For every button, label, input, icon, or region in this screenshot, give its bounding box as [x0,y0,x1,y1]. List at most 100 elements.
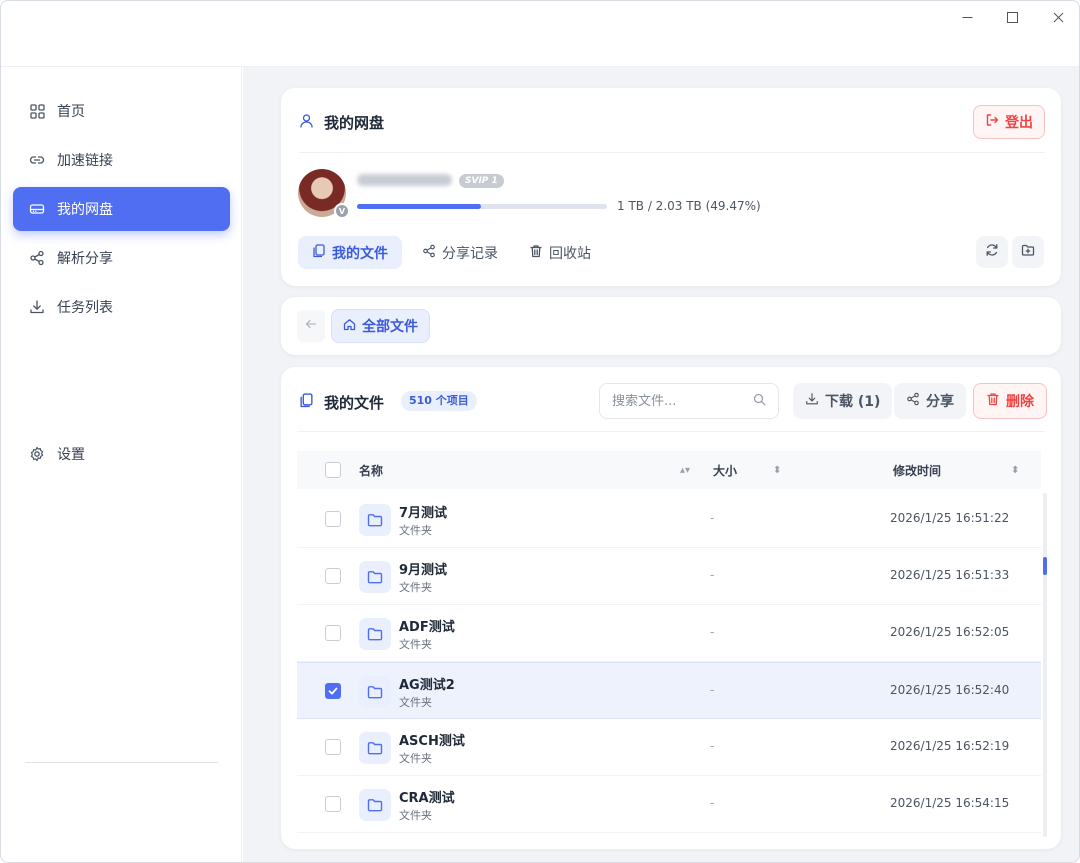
row-checkbox[interactable] [325,796,341,812]
new-folder-button[interactable] [1012,236,1044,268]
sidebar-item-settings[interactable]: 设置 [13,432,230,476]
vip-badge-icon: V [334,203,350,219]
tab-recycle-bin[interactable]: 回收站 [515,236,605,269]
logout-label: 登出 [1005,115,1033,131]
sidebar-item-task-list[interactable]: 任务列表 [13,285,230,329]
file-modified: 2026/1/25 16:52:05 [890,625,1010,639]
folder-plus-icon [1021,243,1035,261]
sidebar-item-accelerated-links[interactable]: 加速链接 [13,138,230,182]
scrollbar-thumb[interactable] [1043,557,1047,575]
file-name[interactable]: 9月测试 [399,559,447,578]
row-checkbox[interactable] [325,739,341,755]
file-size: - [710,683,715,697]
files-title-label: 我的文件 [324,394,385,412]
sidebar: 首页 加速链接 我的网盘 解析分享 任务列表 设置 [1,67,242,862]
file-name[interactable]: CRA测试 [399,787,455,806]
profile-card: 我的网盘 登出 V SVIP 1 1 TB / 2.03 TB (49.47%) [281,88,1061,286]
divider [299,152,1045,153]
grid-icon [29,103,45,119]
sidebar-item-label: 设置 [57,447,85,463]
username-redacted [357,174,452,186]
logout-button[interactable]: 登出 [973,105,1045,139]
link-icon [29,152,45,168]
file-name[interactable]: ADF测试 [399,616,455,635]
close-icon [1053,12,1063,22]
table-row[interactable]: AG测试2 文件夹 - 2026/1/25 16:52:40 [297,662,1041,719]
column-header-size[interactable]: 大小 [713,462,737,479]
sidebar-item-home[interactable]: 首页 [13,89,230,133]
sidebar-item-label: 任务列表 [57,300,113,316]
tab-label: 分享记录 [442,245,498,262]
file-modified: 2026/1/25 16:54:15 [890,796,1010,810]
files-panel: 我的文件 510 个项目 下载 (1) 分享 [281,367,1061,849]
file-name[interactable]: AG测试2 [399,674,455,693]
search-field[interactable] [599,383,779,419]
search-icon[interactable] [753,393,766,410]
table-row[interactable]: 9月测试 文件夹 - 2026/1/25 16:51:33 [297,548,1041,605]
file-name[interactable]: ASCH测试 [399,730,465,749]
column-header-name[interactable]: 名称 [359,462,383,479]
file-modified: 2026/1/25 16:52:19 [890,739,1010,753]
row-checkbox[interactable] [325,511,341,527]
refresh-icon [985,243,999,261]
share-icon [29,250,45,266]
refresh-button[interactable] [976,236,1008,268]
tab-share-history[interactable]: 分享记录 [408,236,512,269]
file-modified: 2026/1/25 16:51:33 [890,568,1010,582]
breadcrumb-all-files[interactable]: 全部文件 [331,309,430,343]
scrollbar-track[interactable] [1043,493,1047,837]
share-icon [422,244,436,262]
maximize-button[interactable] [997,7,1027,27]
divider [297,431,1045,432]
main-content: 我的网盘 登出 V SVIP 1 1 TB / 2.03 TB (49.47%) [243,67,1079,862]
file-type: 文件夹 [399,752,432,765]
minimize-button[interactable] [952,7,982,27]
download-icon [29,299,45,315]
avatar: V [298,169,350,219]
drive-icon [29,201,45,217]
sort-icon[interactable]: ⬍ [773,465,781,476]
share-button[interactable]: 分享 [894,383,966,419]
svip-badge: SVIP 1 [459,174,504,188]
folder-icon [359,732,391,764]
select-all-checkbox[interactable] [325,462,341,478]
sidebar-item-my-drive[interactable]: 我的网盘 [13,187,230,231]
breadcrumb-label: 全部文件 [362,319,418,335]
table-header: 名称 ▴▾ 大小 ⬍ 修改时间 ⬍ [297,451,1041,489]
arrow-left-icon [305,318,317,334]
gear-icon [29,446,45,462]
file-type: 文件夹 [399,809,432,822]
close-button[interactable] [1043,7,1073,27]
minimize-icon [962,16,972,18]
sidebar-item-label: 首页 [57,104,85,120]
delete-button[interactable]: 删除 [973,383,1047,419]
sidebar-item-parse-share[interactable]: 解析分享 [13,236,230,280]
files-icon [299,393,314,412]
table-row[interactable]: ADF测试 文件夹 - 2026/1/25 16:52:05 [297,605,1041,662]
file-type: 文件夹 [399,581,432,594]
table-row[interactable]: ASCH测试 文件夹 - 2026/1/25 16:52:19 [297,719,1041,776]
row-checkbox[interactable] [325,683,341,699]
download-label: 下载 (1) [825,394,881,410]
tab-label: 回收站 [549,245,591,262]
sidebar-divider [25,762,218,763]
quota-progress-fill [357,204,481,209]
tab-my-files[interactable]: 我的文件 [298,236,402,269]
row-checkbox[interactable] [325,625,341,641]
file-name[interactable]: 7月测试 [399,502,447,521]
file-size: - [710,739,715,753]
search-input[interactable] [612,393,753,409]
table-row[interactable]: 7月测试 文件夹 - 2026/1/25 16:51:22 [297,491,1041,548]
back-button[interactable] [297,310,325,342]
table-row[interactable]: CRA测试 文件夹 - 2026/1/25 16:54:15 [297,776,1041,833]
user-icon [299,113,314,132]
sort-icon[interactable]: ⬍ [1011,465,1019,476]
row-checkbox[interactable] [325,568,341,584]
download-icon [805,392,819,410]
file-type: 文件夹 [399,696,432,709]
file-type: 文件夹 [399,638,432,651]
sort-asc-icon[interactable]: ▴▾ [680,465,690,476]
share-label: 分享 [926,394,954,410]
download-button[interactable]: 下载 (1) [793,383,893,419]
column-header-modified[interactable]: 修改时间 [893,462,941,479]
